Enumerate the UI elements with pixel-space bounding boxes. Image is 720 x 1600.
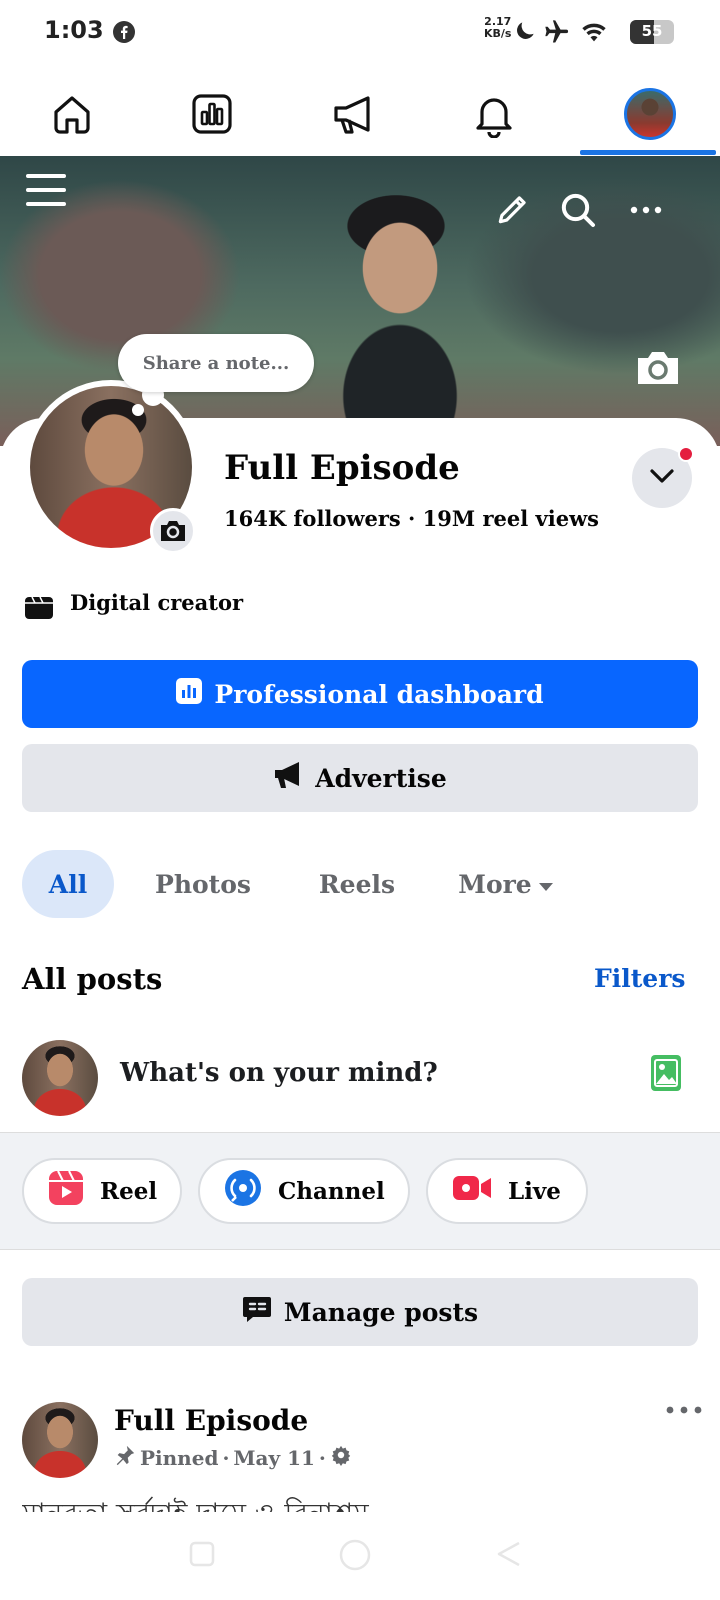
meta-separator: ·: [318, 1445, 326, 1470]
channel-button[interactable]: Channel: [198, 1158, 410, 1224]
dashboard-icon[interactable]: [188, 90, 236, 138]
chevron-down-icon: [649, 468, 675, 488]
status-time: 1:03: [44, 16, 104, 44]
composer-avatar[interactable]: [22, 1040, 98, 1116]
reel-button[interactable]: Reel: [22, 1158, 182, 1224]
post-meta: Pinned · May 11 ·: [114, 1444, 352, 1471]
live-button[interactable]: Live: [426, 1158, 588, 1224]
tab-all[interactable]: All: [22, 850, 114, 918]
network-speed-unit: KB/s: [484, 27, 512, 40]
advertise-label: Advertise: [315, 763, 447, 793]
active-tab-indicator: [580, 150, 716, 155]
note-bubble-tail: [132, 404, 144, 416]
more-options-icon[interactable]: [626, 190, 666, 234]
cover-camera-icon[interactable]: [634, 348, 682, 392]
profile-camera-icon[interactable]: [150, 508, 196, 554]
live-video-icon: [452, 1172, 492, 1210]
reel-label: Reel: [100, 1177, 158, 1205]
recent-apps-icon[interactable]: [188, 1540, 216, 1572]
pin-icon: [114, 1444, 136, 1471]
profile-name: Full Episode: [224, 448, 460, 488]
wifi-icon: [578, 18, 610, 50]
search-icon[interactable]: [558, 190, 598, 234]
followers-count[interactable]: 164K followers: [224, 506, 401, 531]
profile-stats: 164K followers · 19M reel views: [224, 506, 599, 531]
photo-icon[interactable]: [650, 1054, 682, 1096]
bell-icon[interactable]: [470, 90, 518, 139]
meta-separator: ·: [222, 1445, 230, 1470]
megaphone-icon[interactable]: [330, 90, 378, 138]
menu-icon[interactable]: [26, 170, 66, 214]
stats-separator: ·: [408, 506, 416, 531]
live-label: Live: [508, 1177, 561, 1205]
post-options-icon[interactable]: [664, 1400, 704, 1424]
megaphone-icon: [273, 761, 303, 795]
battery-level: 55: [641, 22, 663, 40]
tab-more[interactable]: More: [446, 850, 566, 918]
back-icon[interactable]: [494, 1540, 522, 1572]
channel-label: Channel: [278, 1177, 385, 1205]
facebook-icon: [112, 20, 136, 44]
all-posts-heading: All posts: [22, 962, 163, 996]
reel-views-count: 19M reel views: [422, 506, 599, 531]
post-author-name[interactable]: Full Episode: [114, 1404, 308, 1437]
reel-icon: [48, 1170, 84, 1212]
manage-posts-label: Manage posts: [283, 1297, 479, 1327]
manage-posts-button[interactable]: Manage posts: [22, 1278, 698, 1346]
channel-icon: [224, 1169, 262, 1213]
post-author-avatar[interactable]: [22, 1402, 98, 1478]
clapperboard-icon: [24, 594, 54, 624]
status-bar: [0, 0, 720, 64]
filters-link[interactable]: Filters: [594, 964, 685, 993]
home-button-icon[interactable]: [338, 1538, 372, 1576]
tab-reels[interactable]: Reels: [298, 850, 416, 918]
airplane-icon: [542, 18, 572, 50]
post-date[interactable]: May 11: [233, 1446, 315, 1470]
manage-posts-icon: [242, 1295, 272, 1329]
notification-dot: [678, 446, 694, 462]
profile-avatar-tab[interactable]: [624, 88, 676, 140]
caret-down-icon: [538, 870, 554, 899]
dashboard-icon: [176, 678, 203, 710]
tab-photos[interactable]: Photos: [138, 850, 268, 918]
network-speed: 2.17 KB/s: [484, 16, 511, 40]
composer-prompt[interactable]: What's on your mind?: [120, 1058, 438, 1088]
battery-icon: 55: [630, 20, 674, 44]
post-text-preview: মানবতা সর্বদাই দামে ও বিনাশ্রম: [22, 1494, 702, 1512]
profile-category: Digital creator: [70, 590, 244, 615]
tab-more-label: More: [458, 869, 532, 899]
home-icon[interactable]: [48, 90, 96, 138]
professional-dashboard-label: Professional dashboard: [214, 679, 544, 709]
moon-icon: [512, 18, 538, 48]
edit-pencil-icon[interactable]: [494, 190, 532, 232]
professional-dashboard-button[interactable]: Professional dashboard: [22, 660, 698, 728]
share-note-bubble[interactable]: Share a note...: [118, 334, 314, 392]
advertise-button[interactable]: Advertise: [22, 744, 698, 812]
pinned-label: Pinned: [140, 1445, 219, 1470]
audience-settings-icon[interactable]: [330, 1444, 352, 1471]
